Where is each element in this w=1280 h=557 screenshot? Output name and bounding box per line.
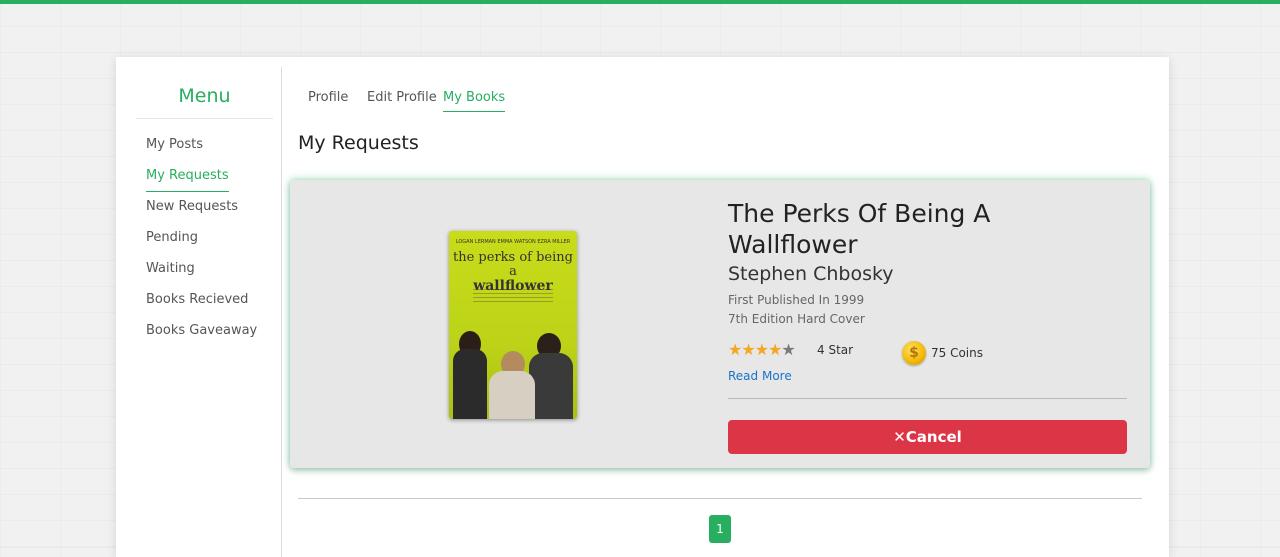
coin-icon: $: [902, 341, 926, 365]
menu-list: My Posts My Requests New Requests Pendin…: [146, 135, 257, 352]
menu-title: Menu: [178, 85, 231, 107]
rating-text: 4 Star: [817, 343, 854, 357]
card-divider: [728, 398, 1127, 399]
sidebar-item-my-posts[interactable]: My Posts: [146, 135, 257, 166]
tab-profile[interactable]: Profile: [308, 90, 348, 105]
content-card: Menu My Posts My Requests New Requests P…: [116, 57, 1169, 557]
book-edition: 7th Edition Hard Cover: [728, 312, 865, 326]
book-request-card: LOGAN LERMAN EMMA WATSON EZRA MILLER the…: [290, 180, 1150, 468]
close-icon: ✕: [893, 428, 906, 446]
cover-figure: [529, 353, 573, 419]
sidebar-item-books-recieved[interactable]: Books Recieved: [146, 290, 257, 321]
sidebar-item-label: New Requests: [146, 199, 239, 214]
sidebar-item-label: Waiting: [146, 261, 195, 276]
book-title: The Perks Of Being A Wallflower: [728, 199, 991, 259]
cover-title-line1: the perks of being a: [453, 250, 573, 279]
star-filled-icon: ★: [728, 340, 742, 359]
pagination-page-1[interactable]: 1: [709, 515, 731, 543]
tab-my-books[interactable]: My Books: [443, 90, 506, 112]
section-title: My Requests: [298, 132, 419, 154]
star-filled-icon: ★: [754, 340, 769, 359]
first-published: First Published In 1999: [728, 293, 865, 307]
sidebar-item-my-requests[interactable]: My Requests: [146, 166, 257, 197]
pagination-divider: [298, 498, 1142, 499]
sidebar-item-books-gaveaway[interactable]: Books Gaveaway: [146, 321, 257, 352]
sidebar-item-label: Books Gaveaway: [146, 323, 258, 338]
sidebar-item-label: My Requests: [146, 166, 229, 192]
star-filled-icon: ★: [741, 340, 755, 359]
sidebar-item-pending[interactable]: Pending: [146, 228, 257, 259]
star-empty-icon: ★: [781, 340, 795, 359]
star-rating: ★★★★★: [728, 340, 796, 359]
sidebar-item-label: My Posts: [146, 137, 204, 152]
cancel-label: Cancel: [905, 428, 962, 446]
cover-figure: [453, 349, 487, 419]
read-more-link[interactable]: Read More: [728, 369, 792, 383]
sidebar-item-new-requests[interactable]: New Requests: [146, 197, 257, 228]
tab-edit-profile[interactable]: Edit Profile: [367, 90, 437, 105]
sidebar-item-label: Pending: [146, 230, 198, 245]
coins-text: 75 Coins: [931, 346, 983, 360]
cover-cast-names: LOGAN LERMAN EMMA WATSON EZRA MILLER: [455, 239, 571, 245]
sidebar-item-waiting[interactable]: Waiting: [146, 259, 257, 290]
book-cover-image: LOGAN LERMAN EMMA WATSON EZRA MILLER the…: [449, 231, 577, 419]
star-filled-icon: ★: [768, 340, 782, 359]
menu-divider: [136, 118, 273, 119]
cover-fine-print: [473, 286, 553, 302]
sidebar-item-label: Books Recieved: [146, 292, 249, 307]
cancel-button[interactable]: ✕Cancel: [728, 420, 1127, 454]
book-author: Stephen Chbosky: [728, 263, 894, 285]
sidebar-divider: [281, 67, 282, 557]
top-accent-bar: [0, 0, 1280, 4]
cover-figure: [489, 371, 535, 419]
